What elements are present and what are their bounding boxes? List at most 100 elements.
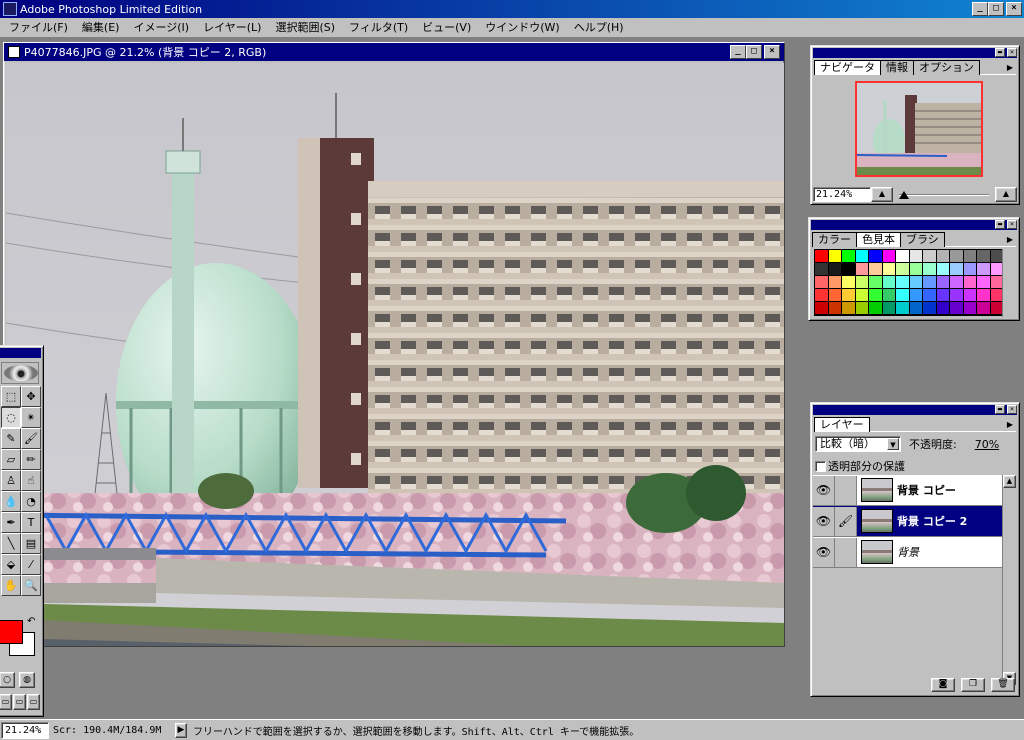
color-swatch[interactable]: [869, 250, 883, 263]
dodge-tool[interactable]: ◔: [21, 491, 41, 512]
status-zoom-field[interactable]: 21.24%: [1, 721, 49, 739]
menu-window[interactable]: ウインドウ(W): [478, 19, 566, 37]
color-swatch[interactable]: [828, 302, 842, 315]
color-swatch[interactable]: [977, 250, 991, 263]
tab-swatches[interactable]: 色見本: [856, 232, 901, 247]
color-swatch[interactable]: [977, 302, 991, 315]
color-swatch[interactable]: [882, 276, 896, 289]
color-swatch[interactable]: [977, 276, 991, 289]
color-swatch[interactable]: [950, 250, 964, 263]
layers-collapse-button[interactable]: ▬: [995, 405, 1005, 414]
paint-bucket-tool[interactable]: ⬙: [1, 554, 21, 575]
maximize-button[interactable]: □: [988, 2, 1004, 16]
color-swatch[interactable]: [855, 302, 869, 315]
chevron-down-icon[interactable]: ▼: [887, 438, 899, 450]
eraser-tool[interactable]: ▱: [1, 449, 21, 470]
full-screen-menu-icon[interactable]: ▭: [13, 694, 26, 710]
menu-select[interactable]: 選択範囲(S): [268, 19, 342, 37]
color-swatch[interactable]: [977, 263, 991, 276]
eye-icon[interactable]: 👁: [813, 506, 835, 536]
color-swatch[interactable]: [842, 276, 856, 289]
menu-layer[interactable]: レイヤー(L): [196, 19, 268, 37]
trash-icon[interactable]: 🗑: [991, 678, 1015, 692]
zoom-slider-handle[interactable]: [899, 190, 909, 199]
zoom-slider[interactable]: [893, 187, 995, 202]
tab-layers[interactable]: レイヤー: [814, 417, 870, 432]
color-swatch[interactable]: [842, 302, 856, 315]
move-tool[interactable]: ✥: [21, 386, 41, 407]
color-swatch[interactable]: [828, 263, 842, 276]
color-swatch[interactable]: [923, 302, 937, 315]
menu-view[interactable]: ビュー(V): [415, 19, 478, 37]
hand-tool[interactable]: ✋: [1, 575, 21, 596]
color-swatch[interactable]: [936, 302, 950, 315]
color-swatch[interactable]: [828, 289, 842, 302]
color-swatch[interactable]: [923, 250, 937, 263]
zoom-in-button[interactable]: ▲: [995, 186, 1017, 202]
standard-mode-icon[interactable]: ○: [0, 672, 15, 688]
navigator-zoom-field[interactable]: 21.24%: [813, 186, 871, 202]
navigator-palette-titlebar[interactable]: ▬ ×: [813, 48, 1017, 58]
color-swatch[interactable]: [815, 289, 829, 302]
color-swatch[interactable]: [855, 250, 869, 263]
color-swatch[interactable]: [842, 263, 856, 276]
preserve-transparency-checkbox[interactable]: [815, 460, 826, 472]
color-swatch[interactable]: [950, 276, 964, 289]
close-button[interactable]: ×: [1006, 2, 1022, 16]
zoom-out-button[interactable]: ▲: [871, 186, 893, 202]
color-swatch[interactable]: [909, 250, 923, 263]
new-layer-icon[interactable]: ❐: [961, 678, 985, 692]
zoom-tool[interactable]: 🔍: [21, 575, 41, 596]
layer-mask-icon[interactable]: ◙: [931, 678, 955, 692]
pen-tool[interactable]: ✒: [1, 512, 21, 533]
swatches-close-button[interactable]: ×: [1007, 220, 1017, 229]
marquee-tool[interactable]: ⬚: [1, 386, 21, 407]
document-icon[interactable]: [8, 46, 20, 58]
toolbox-titlebar[interactable]: [0, 348, 41, 358]
layer-row-background-copy[interactable]: 👁 背景 コピー: [813, 475, 1005, 506]
swatches-palette-titlebar[interactable]: ▬ ×: [811, 220, 1017, 230]
foreground-color-swatch[interactable]: [0, 620, 23, 644]
quick-mask-icon[interactable]: ◍: [19, 672, 35, 688]
color-swatch[interactable]: [923, 289, 937, 302]
blend-mode-select[interactable]: 比較（暗） ▼: [815, 436, 901, 452]
color-swatch[interactable]: [855, 276, 869, 289]
doc-maximize-button[interactable]: □: [746, 45, 762, 59]
color-swatch[interactable]: [882, 250, 896, 263]
layers-palette-titlebar[interactable]: ▬ ×: [813, 405, 1017, 415]
color-swatch[interactable]: [815, 302, 829, 315]
color-swatch[interactable]: [842, 289, 856, 302]
layer-link-slot[interactable]: [835, 537, 857, 567]
tab-color[interactable]: カラー: [812, 232, 857, 247]
color-swatch[interactable]: [882, 302, 896, 315]
palette-menu-arrow-icon[interactable]: ▶: [1004, 233, 1016, 246]
scroll-up-button[interactable]: ▲: [1003, 475, 1016, 488]
paintbrush-tool[interactable]: 🖌: [21, 428, 41, 449]
color-swatch[interactable]: [950, 289, 964, 302]
color-swatch[interactable]: [977, 289, 991, 302]
color-swatch[interactable]: [896, 250, 910, 263]
line-tool[interactable]: ╲: [1, 533, 21, 554]
image-canvas[interactable]: [6, 63, 784, 646]
status-menu-arrow-icon[interactable]: ▶: [175, 722, 187, 738]
color-swatch[interactable]: [909, 289, 923, 302]
layers-scrollbar[interactable]: ▲ ▼: [1002, 475, 1016, 685]
tab-info[interactable]: 情報: [880, 60, 914, 75]
color-swatch[interactable]: [815, 250, 829, 263]
color-swatch[interactable]: [963, 289, 977, 302]
color-swatch[interactable]: [896, 276, 910, 289]
color-swatch[interactable]: [869, 302, 883, 315]
smudge-tool[interactable]: ☝: [21, 470, 41, 491]
color-swatch[interactable]: [909, 263, 923, 276]
color-swatch[interactable]: [963, 302, 977, 315]
color-swatch[interactable]: [815, 276, 829, 289]
navigator-close-button[interactable]: ×: [1007, 48, 1017, 57]
layer-row-background[interactable]: 👁 背景: [813, 537, 1005, 568]
swatches-collapse-button[interactable]: ▬: [995, 220, 1005, 229]
color-swatch[interactable]: [950, 263, 964, 276]
color-swatch[interactable]: [923, 263, 937, 276]
eye-icon[interactable]: 👁: [813, 475, 835, 505]
color-swatch[interactable]: [855, 263, 869, 276]
color-swatch[interactable]: [896, 289, 910, 302]
color-swatch[interactable]: [963, 276, 977, 289]
